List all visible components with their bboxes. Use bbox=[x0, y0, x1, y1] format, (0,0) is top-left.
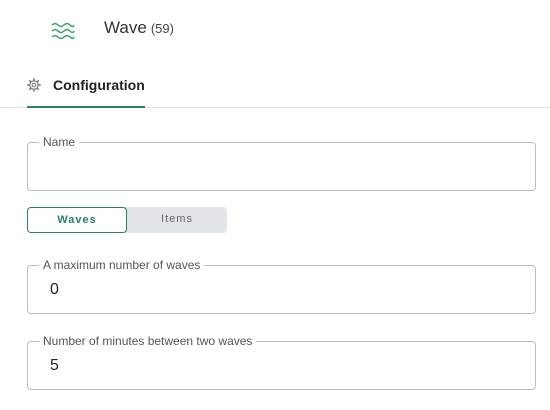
tab-configuration[interactable]: Configuration bbox=[27, 66, 145, 108]
name-field[interactable]: Name bbox=[27, 135, 536, 191]
header: Wave (59) bbox=[0, 0, 550, 60]
max-waves-input[interactable] bbox=[50, 280, 510, 300]
toggle-option-items[interactable]: Items bbox=[127, 207, 227, 233]
gear-icon bbox=[27, 78, 41, 92]
minutes-between-field[interactable]: Number of minutes between two waves bbox=[27, 334, 536, 390]
max-waves-label: A maximum number of waves bbox=[39, 258, 205, 272]
name-input[interactable] bbox=[50, 157, 510, 177]
toggle-option-waves[interactable]: Waves bbox=[27, 207, 127, 233]
wave-icon bbox=[51, 22, 75, 40]
mode-toggle: Waves Items bbox=[27, 207, 227, 233]
page-title: Wave (59) bbox=[104, 17, 174, 40]
name-field-label: Name bbox=[39, 135, 80, 149]
minutes-between-input[interactable] bbox=[50, 356, 510, 376]
minutes-between-label: Number of minutes between two waves bbox=[39, 334, 257, 348]
tab-configuration-label: Configuration bbox=[53, 77, 145, 93]
tab-bar: Configuration bbox=[0, 66, 550, 108]
page: Wave (59) Configuration Name Waves Items… bbox=[0, 0, 550, 410]
title-text: Wave bbox=[104, 18, 147, 37]
max-waves-field[interactable]: A maximum number of waves bbox=[27, 258, 536, 314]
item-count: (59) bbox=[150, 21, 174, 36]
